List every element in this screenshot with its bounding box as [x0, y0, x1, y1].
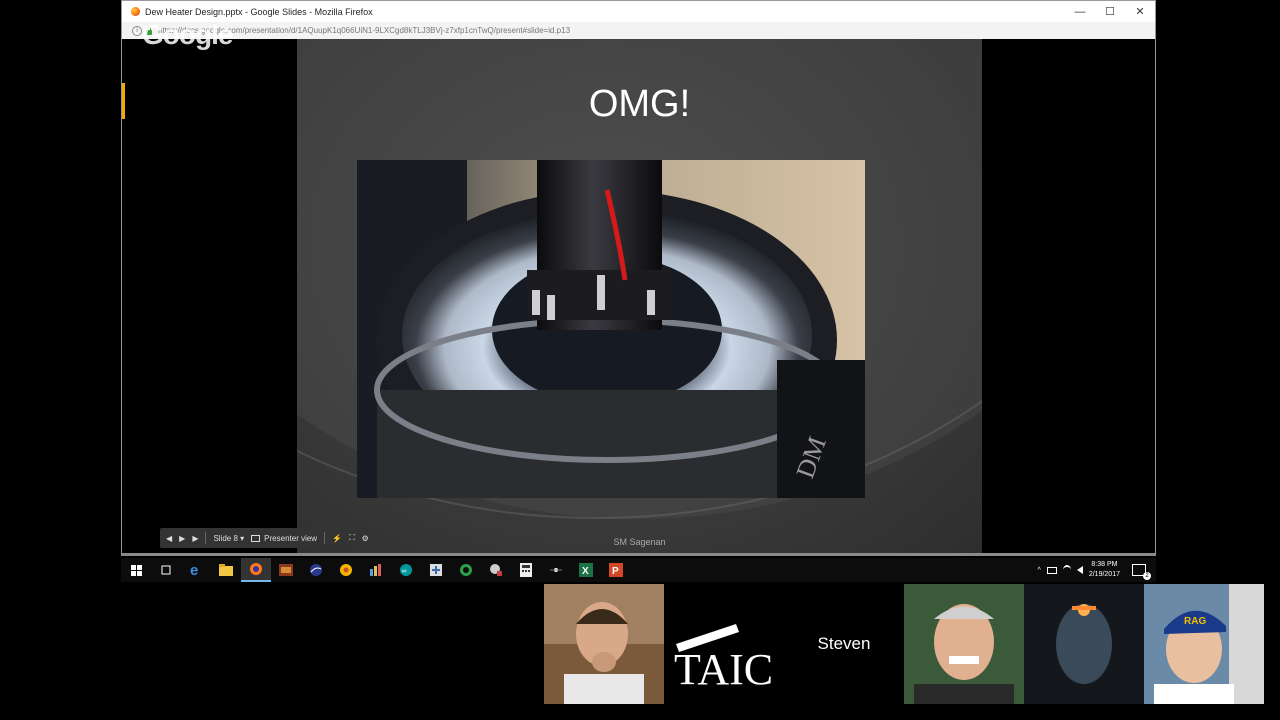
app-button[interactable] [361, 558, 391, 582]
chrome-like-icon [340, 564, 352, 576]
next-slide-button[interactable]: ▶ [192, 534, 198, 543]
calculator-button[interactable] [511, 558, 541, 582]
firefox-window: Dew Heater Design.pptx - Google Slides -… [121, 0, 1156, 556]
arduino-icon: ∞ [400, 564, 412, 576]
clock-date: 2/19/2017 [1088, 571, 1120, 578]
participant-logo-tile[interactable]: TAIC [664, 584, 784, 704]
participant-video-3[interactable] [1024, 584, 1144, 704]
slide-footer: SM Sagenan [613, 537, 666, 547]
monitor-icon [251, 534, 261, 542]
chrome-like-button[interactable] [331, 558, 361, 582]
file-explorer-button[interactable] [211, 558, 241, 582]
app-button[interactable] [271, 558, 301, 582]
notification-count: 2 [1143, 572, 1151, 580]
settings-button[interactable]: ⚙ [362, 534, 369, 543]
arduino-button[interactable]: ∞ [391, 558, 421, 582]
file-explorer-icon [219, 564, 233, 576]
svg-text:∞: ∞ [402, 568, 407, 575]
presentation-slide[interactable]: OMG! DM SM Sagenan [297, 39, 982, 553]
play-button[interactable]: ▶ [179, 534, 185, 543]
slide-title: OMG! [588, 83, 691, 125]
laser-pointer-icon: ⚡ [332, 533, 343, 543]
presenter-toolbar: ◀ ▶ ▶ Slide 8 ▾ Presenter view ⚡ ⛶ ⚙ [160, 528, 375, 548]
taic-logo-text: TAIC [674, 645, 773, 694]
firefox-taskbar-button[interactable] [241, 558, 271, 582]
system-tray: ^ 8:38 PM 2/19/2017 2 [1038, 560, 1156, 580]
window-controls: — ☐ ✕ [1065, 1, 1155, 22]
firefox-icon [250, 563, 262, 575]
laser-pointer-button[interactable]: ⚡ [332, 534, 342, 543]
close-button[interactable]: ✕ [1125, 1, 1155, 22]
excel-icon: X [579, 563, 593, 577]
arrow-right-icon: ▶ [192, 533, 199, 543]
title-bar[interactable]: Dew Heater Design.pptx - Google Slides -… [122, 1, 1155, 22]
edge-icon: e [190, 563, 198, 577]
excel-button[interactable]: X [571, 558, 601, 582]
calculator-icon [520, 563, 532, 577]
fullscreen-button[interactable]: ⛶ [349, 533, 355, 543]
participant-name-tile[interactable]: Steven [784, 584, 904, 704]
svg-text:RAG: RAG [1184, 616, 1206, 627]
participant-video-4[interactable]: RAG [1144, 584, 1264, 704]
presenter-view-label: Presenter view [264, 533, 318, 543]
edge-button[interactable]: e [181, 558, 211, 582]
windows-taskbar: e ∞ X P ^ 8:38 PM 2/19/2017 2 [121, 558, 1156, 582]
battery-icon[interactable] [1046, 566, 1057, 574]
slide-selector[interactable]: Slide 8 ▾ [213, 534, 244, 543]
page-content: Google OMG! DM SM Sagenan ◀ ▶ ▶ Slide 8 … [122, 19, 1155, 553]
start-button[interactable] [121, 558, 151, 582]
app-icon [279, 564, 293, 576]
windows-start-icon [130, 564, 142, 576]
svg-text:e: e [190, 563, 198, 577]
minimize-button[interactable]: — [1065, 1, 1095, 22]
toolbar-divider [205, 532, 207, 544]
app-icon [550, 568, 562, 572]
wifi-icon[interactable] [1062, 565, 1071, 575]
toolbar-divider [324, 532, 326, 544]
previous-slide-button[interactable]: ◀ [166, 534, 172, 543]
fullscreen-icon: ⛶ [349, 533, 355, 542]
svg-text:P: P [612, 566, 619, 577]
side-tab[interactable] [122, 83, 125, 119]
participant-video-2[interactable] [904, 584, 1024, 704]
clock-time: 8:38 PM [1091, 561, 1118, 568]
firefox-logo-icon [131, 7, 140, 16]
app-button[interactable] [541, 558, 571, 582]
app-icon [370, 564, 381, 576]
task-view-icon [161, 565, 171, 575]
network-icon [430, 564, 442, 576]
arrow-left-icon: ◀ [166, 533, 173, 543]
notifications-button[interactable]: 2 [1132, 564, 1151, 580]
app-button[interactable] [451, 558, 481, 582]
volume-icon[interactable] [1076, 566, 1083, 574]
telescope-frost-photo: DM [357, 160, 865, 498]
app-icon [490, 564, 502, 576]
presenter-view-button[interactable]: Presenter view [251, 534, 317, 543]
app-button[interactable] [481, 558, 511, 582]
powerpoint-button[interactable]: P [601, 558, 631, 582]
clock[interactable]: 8:38 PM 2/19/2017 [1089, 560, 1120, 580]
url-bar[interactable]: i https://docs.google.com/presentation/d… [122, 22, 1155, 40]
google-watermark: Google [142, 19, 233, 50]
chevron-up-icon[interactable]: ^ [1038, 567, 1041, 574]
maximize-button[interactable]: ☐ [1095, 1, 1125, 22]
stellarium-button[interactable] [301, 558, 331, 582]
participant-video-1[interactable] [544, 584, 664, 704]
network-button[interactable] [421, 558, 451, 582]
svg-text:X: X [582, 566, 589, 577]
powerpoint-icon: P [609, 563, 623, 577]
app-icon [460, 564, 472, 576]
info-icon[interactable]: i [132, 25, 142, 36]
participant-name: Steven [817, 634, 871, 653]
stellarium-icon [310, 564, 322, 576]
gear-icon: ⚙ [361, 533, 369, 543]
task-view-button[interactable] [151, 558, 181, 582]
window-title: Dew Heater Design.pptx - Google Slides -… [145, 6, 373, 17]
play-icon: ▶ [179, 533, 186, 543]
